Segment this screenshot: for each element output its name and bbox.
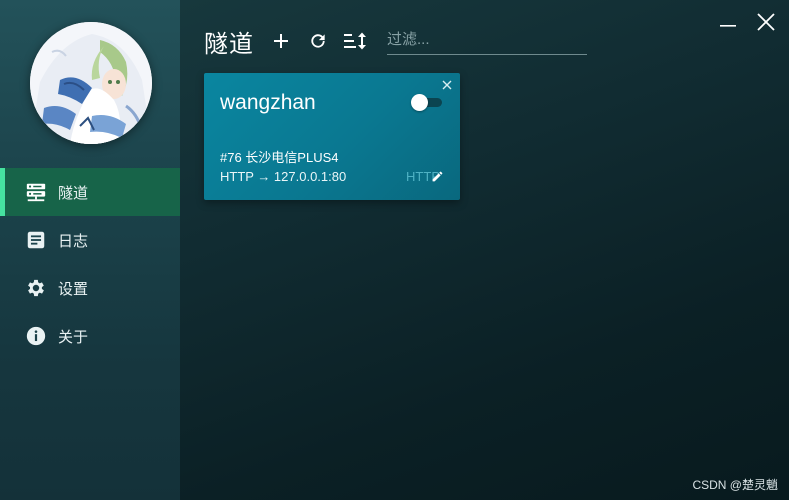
tunnel-enable-toggle[interactable] <box>411 94 442 111</box>
sidebar-nav: 隧道 日志 设置 关于 <box>0 168 180 360</box>
refresh-icon <box>311 34 325 48</box>
filter-input[interactable] <box>387 27 587 55</box>
delete-tunnel-button[interactable] <box>440 78 454 92</box>
sidebar-item-logs[interactable]: 日志 <box>0 216 180 264</box>
minimize-button[interactable] <box>715 10 741 34</box>
sidebar-item-label: 日志 <box>58 232 89 250</box>
refresh-button[interactable] <box>305 28 331 54</box>
add-tunnel-button[interactable] <box>268 28 294 54</box>
sort-button[interactable] <box>342 28 368 54</box>
sidebar-item-label: 隧道 <box>58 184 89 202</box>
sidebar-item-label: 设置 <box>58 280 89 298</box>
close-icon <box>757 13 775 31</box>
close-window-button[interactable] <box>753 10 779 34</box>
pencil-icon <box>432 171 442 181</box>
plus-icon <box>274 34 288 48</box>
tunnel-node: #76 长沙电信PLUS4 <box>220 150 339 165</box>
toggle-knob <box>411 94 428 111</box>
page-title: 隧道 <box>204 30 254 58</box>
window-controls <box>703 10 779 34</box>
watermark: CSDN @楚灵魈 <box>692 478 778 492</box>
sidebar-item-settings[interactable]: 设置 <box>0 264 180 312</box>
avatar[interactable] <box>30 22 152 144</box>
sidebar-item-tunnels[interactable]: 隧道 <box>0 168 180 216</box>
info-icon <box>25 325 47 347</box>
minimize-icon <box>720 25 736 27</box>
close-icon <box>442 80 452 90</box>
edit-tunnel-button[interactable] <box>430 169 444 183</box>
sidebar-item-label: 关于 <box>58 328 89 346</box>
server-icon <box>25 181 47 203</box>
gear-icon <box>25 277 47 299</box>
tunnel-card[interactable]: wangzhan #76 长沙电信PLUS4 HTTP → 127.0.0.1:… <box>204 73 460 200</box>
log-icon <box>25 229 47 251</box>
tunnel-name: wangzhan <box>220 91 316 114</box>
sidebar-item-about[interactable]: 关于 <box>0 312 180 360</box>
sort-icon <box>344 32 366 50</box>
sidebar: 隧道 日志 设置 关于 <box>0 0 180 500</box>
avatar-illustration <box>30 22 152 144</box>
main-panel: 隧道 过滤... wangzhan #76 长沙电信PLUS4 HTTP → 1… <box>180 0 789 500</box>
tunnel-route: HTTP → 127.0.0.1:80 <box>220 169 347 184</box>
toolbar: 隧道 <box>204 24 587 58</box>
